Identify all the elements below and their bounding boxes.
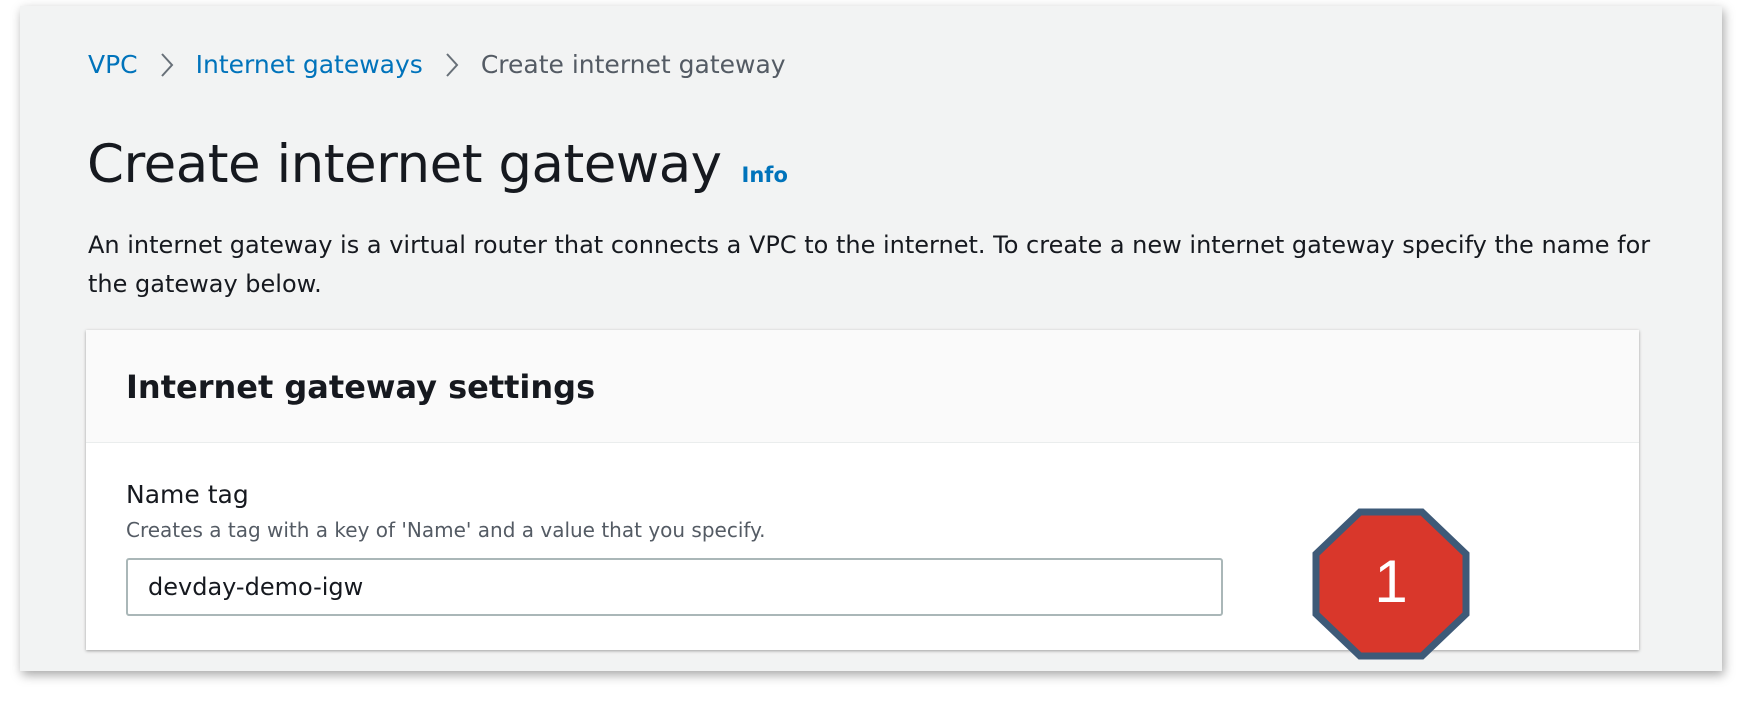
name-tag-description: Creates a tag with a key of 'Name' and a…: [126, 518, 766, 542]
breadcrumb-internet-gateways-link[interactable]: Internet gateways: [196, 50, 423, 79]
step-number-text: 1: [1374, 548, 1407, 615]
chevron-right-icon: [160, 52, 174, 78]
page-title: Create internet gateway: [87, 134, 722, 195]
panel-title: Internet gateway settings: [126, 368, 596, 406]
chevron-right-icon: [445, 52, 459, 78]
step-number-badge: 1: [1310, 508, 1472, 660]
name-tag-input[interactable]: [126, 558, 1223, 616]
page-description: An internet gateway is a virtual router …: [88, 231, 1651, 298]
panel-header: Internet gateway settings: [86, 330, 1639, 443]
name-tag-label: Name tag: [126, 480, 249, 509]
info-link[interactable]: Info: [742, 163, 788, 187]
breadcrumb-vpc-link[interactable]: VPC: [88, 50, 138, 79]
breadcrumb-current-page: Create internet gateway: [480, 50, 786, 79]
page-header: Create internet gateway Info: [87, 134, 788, 195]
breadcrumb: VPC Internet gateways Create internet ga…: [88, 50, 786, 79]
